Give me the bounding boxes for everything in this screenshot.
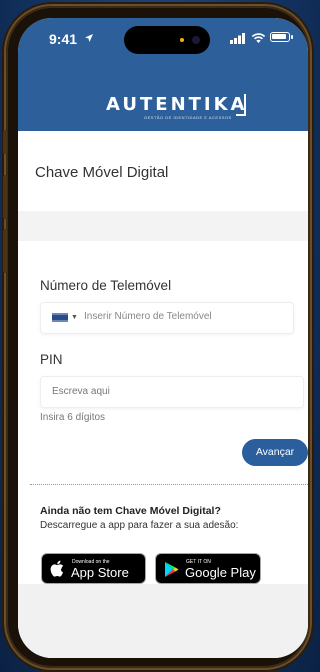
wifi-icon [251,33,266,43]
dotted-divider [30,484,308,485]
pin-label: PIN [40,352,63,367]
volume-up-button [3,175,7,219]
logo-text: AUTENTIKA [106,94,248,115]
pin-input[interactable]: Escreva aqui [40,376,304,408]
google-play-button[interactable]: GET IT ON Google Play [155,553,261,584]
pin-placeholder: Escreva aqui [52,386,110,397]
logo-bracket-icon [236,94,246,116]
google-play-label: Google Play [185,565,256,580]
phone-label: Número de Telemóvel [40,278,172,293]
google-play-icon [165,562,179,577]
location-arrow-icon [85,34,93,42]
app-header: 9:41 AUTENTIKA GESTÃO DE IDENTIDADE E AC… [18,18,308,131]
promo-text: Descarregue a app para fazer a sua adesã… [40,520,239,531]
chevron-down-icon[interactable]: ▼ [71,314,78,321]
side-button [3,130,7,154]
app-store-button[interactable]: Download on the App Store [41,553,146,584]
status-bar: 9:41 [18,18,308,62]
apple-icon [50,560,64,577]
front-camera-icon [192,36,200,44]
pin-help-text: Insira 6 dígitos [40,412,106,423]
camera-indicator-icon [180,38,184,42]
logo-subtitle: GESTÃO DE IDENTIDADE E ACESSOS [144,115,232,120]
country-flag-icon[interactable] [52,313,68,322]
cellular-signal-icon [230,33,245,44]
footer-area [18,584,308,658]
status-time: 9:41 [49,31,78,47]
submit-button[interactable]: Avançar [242,439,308,466]
app-store-label: App Store [71,565,129,580]
promo-title: Ainda não tem Chave Móvel Digital? [40,505,221,517]
phone-placeholder: Inserir Número de Telemóvel [84,311,212,322]
page-title: Chave Móvel Digital [35,164,169,181]
autentika-logo: AUTENTIKA GESTÃO DE IDENTIDADE E ACESSOS [100,94,248,126]
dynamic-island [124,26,210,54]
volume-down-button [3,229,7,273]
section-divider [18,211,308,241]
phone-screen: 9:41 AUTENTIKA GESTÃO DE IDENTIDADE E AC… [18,18,308,658]
phone-input[interactable]: ▼ Inserir Número de Telemóvel [40,302,294,334]
battery-icon [270,32,293,42]
